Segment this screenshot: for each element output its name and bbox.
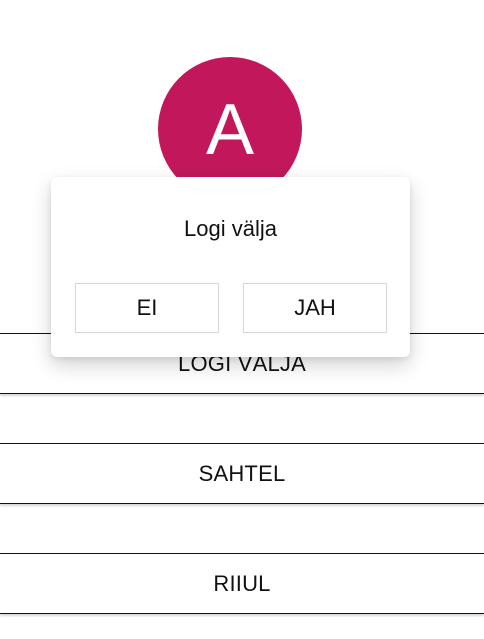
shelf-button[interactable]: RIIUL — [0, 553, 484, 614]
dialog-title: Logi välja — [184, 216, 277, 241]
dialog-yes-button[interactable]: JAH — [243, 283, 387, 333]
avatar-letter: A — [205, 90, 255, 170]
dialog-no-button[interactable]: EI — [75, 283, 219, 333]
dialog-yes-label: JAH — [294, 295, 336, 320]
logout-confirm-dialog: Logi välja EI JAH — [51, 177, 410, 357]
dialog-no-label: EI — [136, 295, 158, 320]
shelf-button-label: RIIUL — [213, 570, 271, 596]
drawer-button[interactable]: SAHTEL — [0, 443, 484, 504]
drawer-button-label: SAHTEL — [198, 460, 286, 486]
